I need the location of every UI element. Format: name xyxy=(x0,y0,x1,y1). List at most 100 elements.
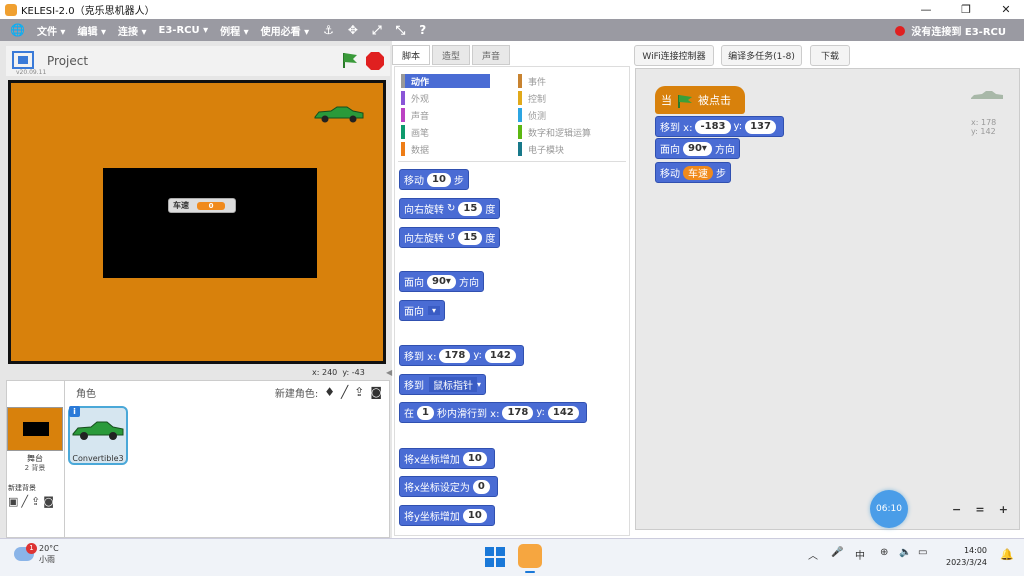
microphone-icon[interactable]: 🎤 xyxy=(831,547,843,558)
network-icon[interactable]: ⊕ xyxy=(880,547,888,558)
tab-scripts[interactable]: 脚本 xyxy=(392,45,431,65)
title-bar: KELESI-2.0（克乐思机器人） xyxy=(0,0,1024,19)
tray-chevron-icon[interactable]: ︿ xyxy=(808,547,818,562)
rotate-left-icon: ↺ xyxy=(447,232,456,243)
stage-backdrop-count: 2 背景 xyxy=(24,464,46,472)
camera-icon[interactable]: ◙ xyxy=(370,385,382,399)
battery-icon[interactable]: ▭ xyxy=(918,547,927,558)
zoom-controls: − = + xyxy=(952,503,1008,520)
category-electronics[interactable]: 电子模块 xyxy=(518,142,618,156)
variable-name: 车速 xyxy=(173,201,189,210)
backdrop-tools[interactable]: ▣╱⇪◙ xyxy=(8,495,57,508)
status-dot-icon xyxy=(895,25,906,36)
car-sprite[interactable] xyxy=(313,105,365,123)
category-data[interactable]: 数据 xyxy=(401,142,490,156)
palette-divider xyxy=(398,161,626,162)
stop-icon[interactable] xyxy=(366,52,384,70)
sprite-library-icon[interactable]: ♦ xyxy=(324,385,335,399)
menu-edit[interactable]: 编辑 ▾ xyxy=(77,23,106,38)
active-app-indicator xyxy=(525,571,535,573)
collapse-arrow-icon[interactable]: ◀ xyxy=(386,368,392,377)
sprite-name: Convertible3 xyxy=(72,454,124,463)
speaker-icon[interactable]: 🔈 xyxy=(899,547,911,558)
rotate-right-icon: ↻ xyxy=(447,203,456,214)
compile-button[interactable]: 编译多任务(1-8) xyxy=(721,45,802,66)
stamp-icon[interactable]: ⚓ xyxy=(323,23,334,37)
stage-thumbnail[interactable] xyxy=(7,407,63,451)
minimize-button[interactable]: — xyxy=(906,0,946,19)
version-label: v20.09.11 xyxy=(16,69,47,76)
window-title: KELESI-2.0（克乐思机器人） xyxy=(21,6,155,17)
green-flag-icon xyxy=(678,95,692,108)
globe-icon[interactable]: 🌐 xyxy=(10,23,25,37)
connection-status[interactable]: 没有连接到 E3-RCU xyxy=(895,23,1006,38)
category-events[interactable]: 事件 xyxy=(518,74,618,88)
zoom-in-icon[interactable]: + xyxy=(999,503,1008,520)
move-icon[interactable]: ✥ xyxy=(348,23,358,37)
new-sprite-label: 新建角色: xyxy=(274,388,319,400)
grow-icon[interactable]: ⤢ xyxy=(372,23,382,38)
block-turn-left[interactable]: 向左旋转 ↺ 15 度 xyxy=(399,227,501,248)
timer-badge[interactable]: 06:10 xyxy=(870,490,908,528)
block-set-x[interactable]: 将x坐标设定为 0 xyxy=(399,476,498,497)
ime-indicator[interactable]: 中 xyxy=(855,547,865,562)
project-title[interactable]: Project xyxy=(47,54,88,68)
info-icon[interactable]: i xyxy=(69,406,80,417)
kelesi-app-icon[interactable] xyxy=(518,544,542,568)
zoom-reset-icon[interactable]: = xyxy=(975,503,984,520)
stage-black-box xyxy=(103,168,317,278)
editor-tabs: 脚本 造型 声音 xyxy=(392,45,512,67)
block-point-towards[interactable]: 面向 ▾ xyxy=(399,300,446,321)
block-move[interactable]: 移动 10 步 xyxy=(399,169,469,190)
block-glide[interactable]: 在 1 秒内滑行到 x: 178 y: 142 xyxy=(399,402,587,423)
block-change-x[interactable]: 将x坐标增加 10 xyxy=(399,448,495,469)
help-icon[interactable]: ? xyxy=(419,23,426,37)
menu-must-read[interactable]: 使用必看 ▾ xyxy=(261,23,310,38)
category-sound[interactable]: 声音 xyxy=(401,108,490,122)
system-clock[interactable]: 14:00 2023/3/24 xyxy=(946,545,987,569)
variable-value: 0 xyxy=(197,201,225,210)
menu-connect[interactable]: 连接 ▾ xyxy=(118,23,147,38)
script-hat-block[interactable]: 当 被点击 xyxy=(655,86,745,114)
shrink-icon[interactable]: ⤡ xyxy=(396,23,406,38)
wifi-connect-button[interactable]: WiFi连接控制器 xyxy=(634,45,714,66)
fullscreen-icon[interactable] xyxy=(12,51,34,69)
weather-text: 小雨 xyxy=(39,555,55,564)
category-control[interactable]: 控制 xyxy=(518,91,618,105)
download-button[interactable]: 下载 xyxy=(810,45,850,66)
close-button[interactable]: ✕ xyxy=(986,0,1024,19)
block-turn-right[interactable]: 向右旋转 ↻ 15 度 xyxy=(399,198,501,219)
notification-badge: 1 xyxy=(26,543,37,554)
menu-file[interactable]: 文件 ▾ xyxy=(37,23,66,38)
sprite-coords: x: 178 y: 142 xyxy=(971,118,997,136)
category-pen[interactable]: 画笔 xyxy=(401,125,490,139)
script-move-block[interactable]: 移动 车速步 xyxy=(655,162,731,183)
taskbar xyxy=(0,538,1024,576)
variable-monitor[interactable]: 车速 0 xyxy=(168,198,236,213)
category-sensing[interactable]: 侦测 xyxy=(518,108,618,122)
menu-examples[interactable]: 例程 ▾ xyxy=(220,23,249,38)
block-goto-xy[interactable]: 移到 x: 178 y: 142 xyxy=(399,345,524,366)
category-operators[interactable]: 数字和逻辑运算 xyxy=(518,125,618,139)
notification-icon[interactable]: 🔔 xyxy=(1000,548,1014,561)
maximize-button[interactable]: ❐ xyxy=(946,0,986,19)
windows-start-icon[interactable] xyxy=(485,547,505,567)
tab-sounds[interactable]: 声音 xyxy=(472,45,511,65)
zoom-out-icon[interactable]: − xyxy=(952,503,961,520)
block-goto[interactable]: 移到 鼠标指针 ▾ xyxy=(399,374,487,395)
block-change-y[interactable]: 将y坐标增加 10 xyxy=(399,505,495,526)
script-point-block[interactable]: 面向 90 ▾ 方向 xyxy=(655,138,740,159)
menu-e3rcu[interactable]: E3-RCU ▾ xyxy=(159,25,209,36)
script-goto-block[interactable]: 移到 x: -183 y: 137 xyxy=(655,116,784,137)
sprite-header: 角色 新建角色: ♦ ╱ ⇪ ◙ xyxy=(66,382,388,402)
sprites-heading: 角色 xyxy=(76,388,96,400)
category-looks[interactable]: 外观 xyxy=(401,91,490,105)
category-motion[interactable]: 动作 xyxy=(401,74,490,88)
weather-widget[interactable]: 1 20°C 小雨 xyxy=(14,543,59,565)
tab-costumes[interactable]: 造型 xyxy=(432,45,471,65)
paint-icon[interactable]: ╱ xyxy=(341,385,348,399)
sprite-preview xyxy=(971,91,1003,99)
upload-icon[interactable]: ⇪ xyxy=(354,385,364,399)
green-flag-icon[interactable] xyxy=(341,51,359,69)
block-point-direction[interactable]: 面向 90 ▾ 方向 xyxy=(399,271,484,292)
